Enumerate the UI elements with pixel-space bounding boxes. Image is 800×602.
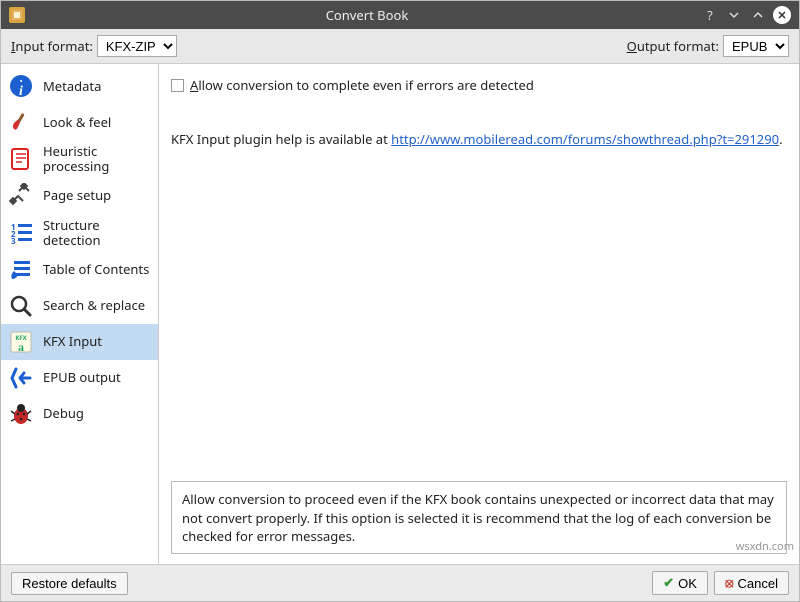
sidebar-item-label: Search & replace bbox=[43, 298, 152, 313]
allow-errors-checkbox[interactable] bbox=[171, 79, 184, 92]
maximize-button[interactable] bbox=[749, 6, 767, 24]
toc-icon bbox=[7, 256, 35, 284]
output-format-label: Output format: bbox=[627, 37, 719, 55]
sidebar-item-lookfeel[interactable]: Look & feel bbox=[1, 104, 158, 140]
svg-text:i: i bbox=[19, 84, 23, 99]
plugin-help-link[interactable]: http://www.mobileread.com/forums/showthr… bbox=[391, 130, 779, 148]
svg-text:3: 3 bbox=[11, 236, 16, 246]
sidebar-item-structure[interactable]: 123 Structure detection bbox=[1, 214, 158, 252]
minimize-button[interactable] bbox=[725, 6, 743, 24]
sidebar-item-label: Heuristic processing bbox=[43, 144, 152, 174]
sidebar-item-kfx-input[interactable]: KFXa KFX Input bbox=[1, 324, 158, 360]
sidebar-item-label: Structure detection bbox=[43, 218, 152, 248]
sidebar-item-epub-output[interactable]: EPUB output bbox=[1, 360, 158, 396]
restore-defaults-button[interactable]: Restore defaults bbox=[11, 572, 128, 595]
format-bar: Input format: KFX-ZIP Output format: EPU… bbox=[1, 29, 799, 64]
app-icon bbox=[9, 7, 25, 23]
epub-icon bbox=[7, 364, 35, 392]
titlebar: Convert Book ? bbox=[1, 1, 799, 29]
pagesetup-icon bbox=[7, 182, 35, 210]
help-button[interactable]: ? bbox=[701, 6, 719, 24]
debug-icon bbox=[7, 400, 35, 428]
window-title: Convert Book bbox=[33, 6, 701, 24]
svg-text:a: a bbox=[18, 340, 24, 354]
option-description: Allow conversion to proceed even if the … bbox=[171, 481, 787, 554]
ok-button[interactable]: ✔OK bbox=[652, 571, 708, 595]
plugin-help-text: KFX Input plugin help is available at ht… bbox=[171, 130, 787, 148]
sidebar-item-metadata[interactable]: •i Metadata bbox=[1, 68, 158, 104]
close-button[interactable] bbox=[773, 6, 791, 24]
sidebar-item-label: Look & feel bbox=[43, 115, 152, 130]
check-icon: ✔ bbox=[663, 575, 674, 591]
input-format-label: Input format: bbox=[11, 37, 93, 55]
input-format-select[interactable]: KFX-ZIP bbox=[97, 35, 177, 57]
dialog-body: •i Metadata Look & feel Heuristic proces… bbox=[1, 64, 799, 564]
sidebar-item-heuristic[interactable]: Heuristic processing bbox=[1, 140, 158, 178]
metadata-icon: •i bbox=[7, 72, 35, 100]
sidebar-item-label: Metadata bbox=[43, 79, 152, 94]
structure-icon: 123 bbox=[7, 219, 35, 247]
convert-book-window: Convert Book ? Input format: KFX-ZIP Out… bbox=[0, 0, 800, 602]
heuristic-icon bbox=[7, 145, 35, 173]
allow-errors-row[interactable]: Allow conversion to complete even if err… bbox=[171, 74, 787, 94]
allow-errors-label: Allow conversion to complete even if err… bbox=[190, 76, 534, 94]
lookfeel-icon bbox=[7, 108, 35, 136]
section-list: •i Metadata Look & feel Heuristic proces… bbox=[1, 64, 159, 564]
content-pane: Allow conversion to complete even if err… bbox=[159, 64, 799, 564]
cancel-button[interactable]: ⦻Cancel bbox=[714, 571, 789, 595]
sidebar-item-label: Debug bbox=[43, 406, 152, 421]
sidebar-item-search[interactable]: Search & replace bbox=[1, 288, 158, 324]
cancel-icon: ⦻ bbox=[725, 575, 734, 591]
sidebar-item-pagesetup[interactable]: Page setup bbox=[1, 178, 158, 214]
dialog-footer: Restore defaults ✔OK ⦻Cancel bbox=[1, 564, 799, 601]
sidebar-item-toc[interactable]: Table of Contents bbox=[1, 252, 158, 288]
search-icon bbox=[7, 292, 35, 320]
sidebar-item-label: KFX Input bbox=[43, 334, 152, 349]
sidebar-item-debug[interactable]: Debug bbox=[1, 396, 158, 432]
sidebar-item-label: EPUB output bbox=[43, 370, 152, 385]
output-format-select[interactable]: EPUB bbox=[723, 35, 789, 57]
sidebar-item-label: Page setup bbox=[43, 188, 152, 203]
kfx-icon: KFXa bbox=[7, 328, 35, 356]
sidebar-item-label: Table of Contents bbox=[43, 262, 152, 277]
